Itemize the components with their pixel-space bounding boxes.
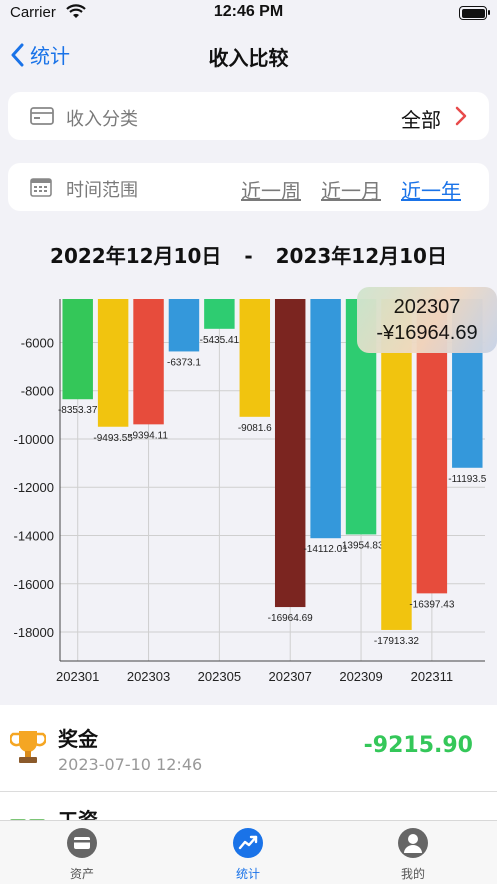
chart-bar[interactable] bbox=[62, 299, 93, 400]
chevron-right-icon bbox=[455, 106, 467, 130]
x-tick-label: 202311 bbox=[411, 669, 453, 684]
chart-bar[interactable] bbox=[133, 299, 164, 425]
bar-value-label: -16964.69 bbox=[268, 613, 313, 624]
category-row[interactable]: 收入分类 全部 bbox=[8, 92, 489, 140]
start-date: 2022年12月10日 bbox=[50, 244, 222, 268]
bar-value-label: -9493.55 bbox=[93, 433, 133, 444]
time-range-row: 时间范围 近一周 近一月 近一年 bbox=[8, 163, 489, 211]
x-tick-label: 202301 bbox=[56, 669, 99, 684]
date-separator: - bbox=[244, 244, 253, 268]
chart-bar[interactable] bbox=[274, 299, 306, 608]
chart-tooltip: 202307 -¥16964.69 bbox=[357, 287, 497, 353]
chart-bar[interactable] bbox=[97, 299, 129, 427]
y-tick-label: -10000 bbox=[14, 432, 54, 447]
range-year-option[interactable]: 近一年 bbox=[401, 175, 461, 204]
tab-statistics[interactable]: 统计 bbox=[198, 827, 298, 882]
bar-value-label: -9394.11 bbox=[129, 430, 168, 441]
bar-value-label: -6373.1 bbox=[167, 357, 201, 368]
bar-value-label: -9081.6 bbox=[238, 423, 272, 434]
bar-value-label: -13954.83 bbox=[339, 540, 384, 551]
tab-bar: 资产 统计 我的 bbox=[0, 820, 497, 884]
chart-bar[interactable] bbox=[204, 299, 235, 329]
tab-profile[interactable]: 我的 bbox=[363, 827, 463, 882]
chart-bar[interactable] bbox=[239, 299, 271, 417]
y-tick-label: -14000 bbox=[14, 529, 54, 544]
bar-value-label: -5435.41 bbox=[200, 335, 240, 346]
wallet-icon bbox=[67, 828, 97, 858]
item-amount: -9215.90 bbox=[363, 733, 473, 758]
status-bar: Carrier 12:46 PM bbox=[0, 0, 497, 28]
clock: 12:46 PM bbox=[213, 3, 284, 20]
tooltip-month: 202307 bbox=[393, 296, 461, 318]
chart-bar[interactable] bbox=[168, 299, 200, 352]
tooltip-value: -¥16964.69 bbox=[376, 322, 478, 344]
tab-assets-label: 资产 bbox=[69, 867, 94, 881]
bar-value-label: -8353.37 bbox=[58, 405, 98, 416]
y-tick-label: -8000 bbox=[21, 384, 54, 399]
x-tick-label: 202309 bbox=[339, 669, 382, 684]
chart-bar[interactable] bbox=[310, 299, 341, 539]
y-tick-label: -6000 bbox=[21, 335, 54, 350]
category-value: 全部 bbox=[401, 108, 441, 132]
category-label: 收入分类 bbox=[66, 109, 138, 130]
calendar-icon bbox=[30, 177, 52, 201]
range-week-option[interactable]: 近一周 bbox=[241, 175, 301, 204]
x-tick-label: 202307 bbox=[269, 669, 312, 684]
trophy-icon bbox=[9, 729, 47, 771]
page-title: 收入比较 bbox=[208, 46, 289, 70]
bar-value-label: -11193.5 bbox=[448, 474, 486, 485]
bar-value-label: -17913.32 bbox=[374, 636, 419, 647]
x-tick-label: 202303 bbox=[127, 669, 170, 684]
income-list: 奖金 2023-07-10 12:46 -9215.90 工资 bbox=[0, 705, 497, 832]
date-range-header: 2022年12月10日 - 2023年12月10日 bbox=[0, 240, 497, 269]
y-tick-label: -16000 bbox=[14, 577, 54, 592]
credit-card-icon bbox=[30, 106, 54, 130]
y-tick-label: -12000 bbox=[14, 480, 54, 495]
item-name: 奖金 bbox=[58, 727, 98, 751]
chart-icon bbox=[233, 828, 263, 858]
tab-statistics-label: 统计 bbox=[235, 867, 260, 881]
list-item[interactable]: 奖金 2023-07-10 12:46 -9215.90 bbox=[0, 705, 497, 791]
person-icon bbox=[398, 828, 428, 858]
y-tick-label: -18000 bbox=[14, 625, 54, 640]
time-range-label: 时间范围 bbox=[66, 180, 138, 201]
x-tick-label: 202305 bbox=[198, 669, 241, 684]
navigation-bar: 统计 收入比较 bbox=[0, 30, 497, 82]
item-date: 2023-07-10 12:46 bbox=[58, 755, 203, 774]
bar-value-label: -16397.43 bbox=[409, 599, 454, 610]
end-date: 2023年12月10日 bbox=[275, 244, 447, 268]
range-month-option[interactable]: 近一月 bbox=[321, 175, 381, 204]
battery-icon bbox=[459, 6, 490, 20]
tab-assets[interactable]: 资产 bbox=[32, 827, 132, 882]
tab-profile-label: 我的 bbox=[400, 867, 425, 881]
